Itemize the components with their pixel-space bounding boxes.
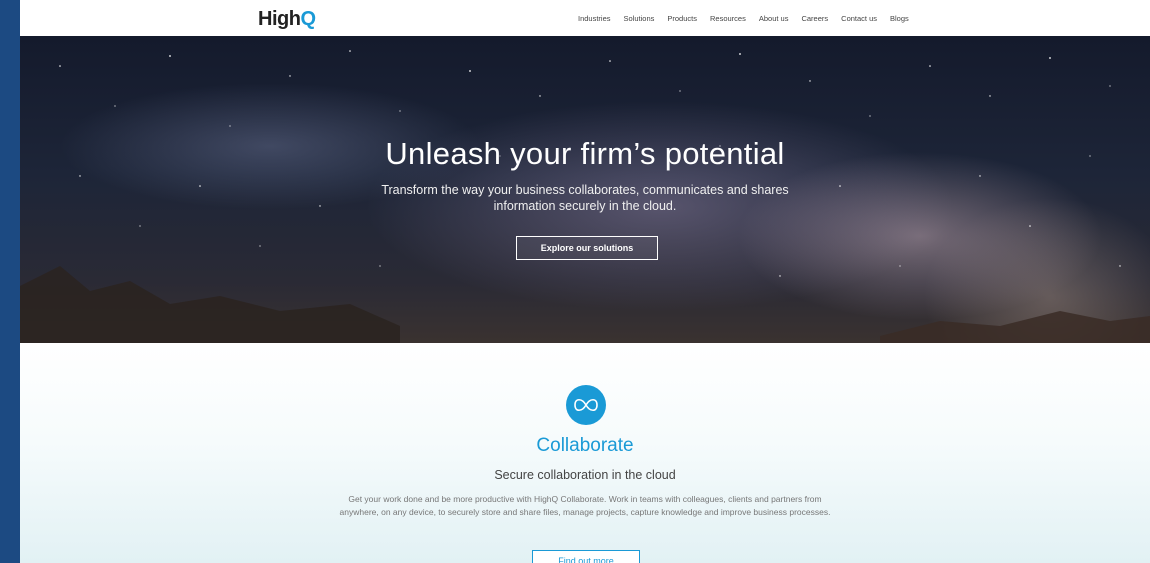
nav-item-solutions[interactable]: Solutions: [624, 14, 655, 23]
nav-item-industries[interactable]: Industries: [578, 14, 611, 23]
infinity-icon: [574, 398, 598, 412]
find-out-more-button[interactable]: Find out more: [532, 550, 640, 563]
site-header: HighQ Industries Solutions Products Reso…: [20, 0, 1150, 37]
hero-title: Unleash your firm’s potential: [385, 136, 785, 171]
nav-item-careers[interactable]: Careers: [801, 14, 828, 23]
logo-q: Q: [300, 8, 316, 30]
collaborate-title: Collaborate: [536, 435, 634, 456]
browser-page: HighQ Industries Solutions Products Reso…: [20, 0, 1150, 563]
collaborate-section: Collaborate Secure collaboration in the …: [20, 343, 1150, 563]
nav-item-resources[interactable]: Resources: [710, 14, 746, 23]
nav-item-products[interactable]: Products: [667, 14, 697, 23]
hero-banner: Unleash your firm’s potential Transform …: [20, 36, 1150, 343]
logo[interactable]: HighQ: [258, 8, 316, 31]
explore-solutions-button[interactable]: Explore our solutions: [516, 236, 658, 260]
nav-item-about-us[interactable]: About us: [759, 14, 789, 23]
logo-text: High: [258, 8, 301, 30]
nav-item-contact-us[interactable]: Contact us: [841, 14, 877, 23]
main-nav: Industries Solutions Products Resources …: [578, 14, 922, 23]
nav-item-blogs[interactable]: Blogs: [890, 14, 909, 23]
collaborate-badge: [566, 385, 606, 425]
collaborate-description: Get your work done and be more productiv…: [339, 494, 831, 517]
collaborate-subtitle: Secure collaboration in the cloud: [494, 468, 676, 482]
hero-subtitle: Transform the way your business collabor…: [381, 183, 789, 213]
